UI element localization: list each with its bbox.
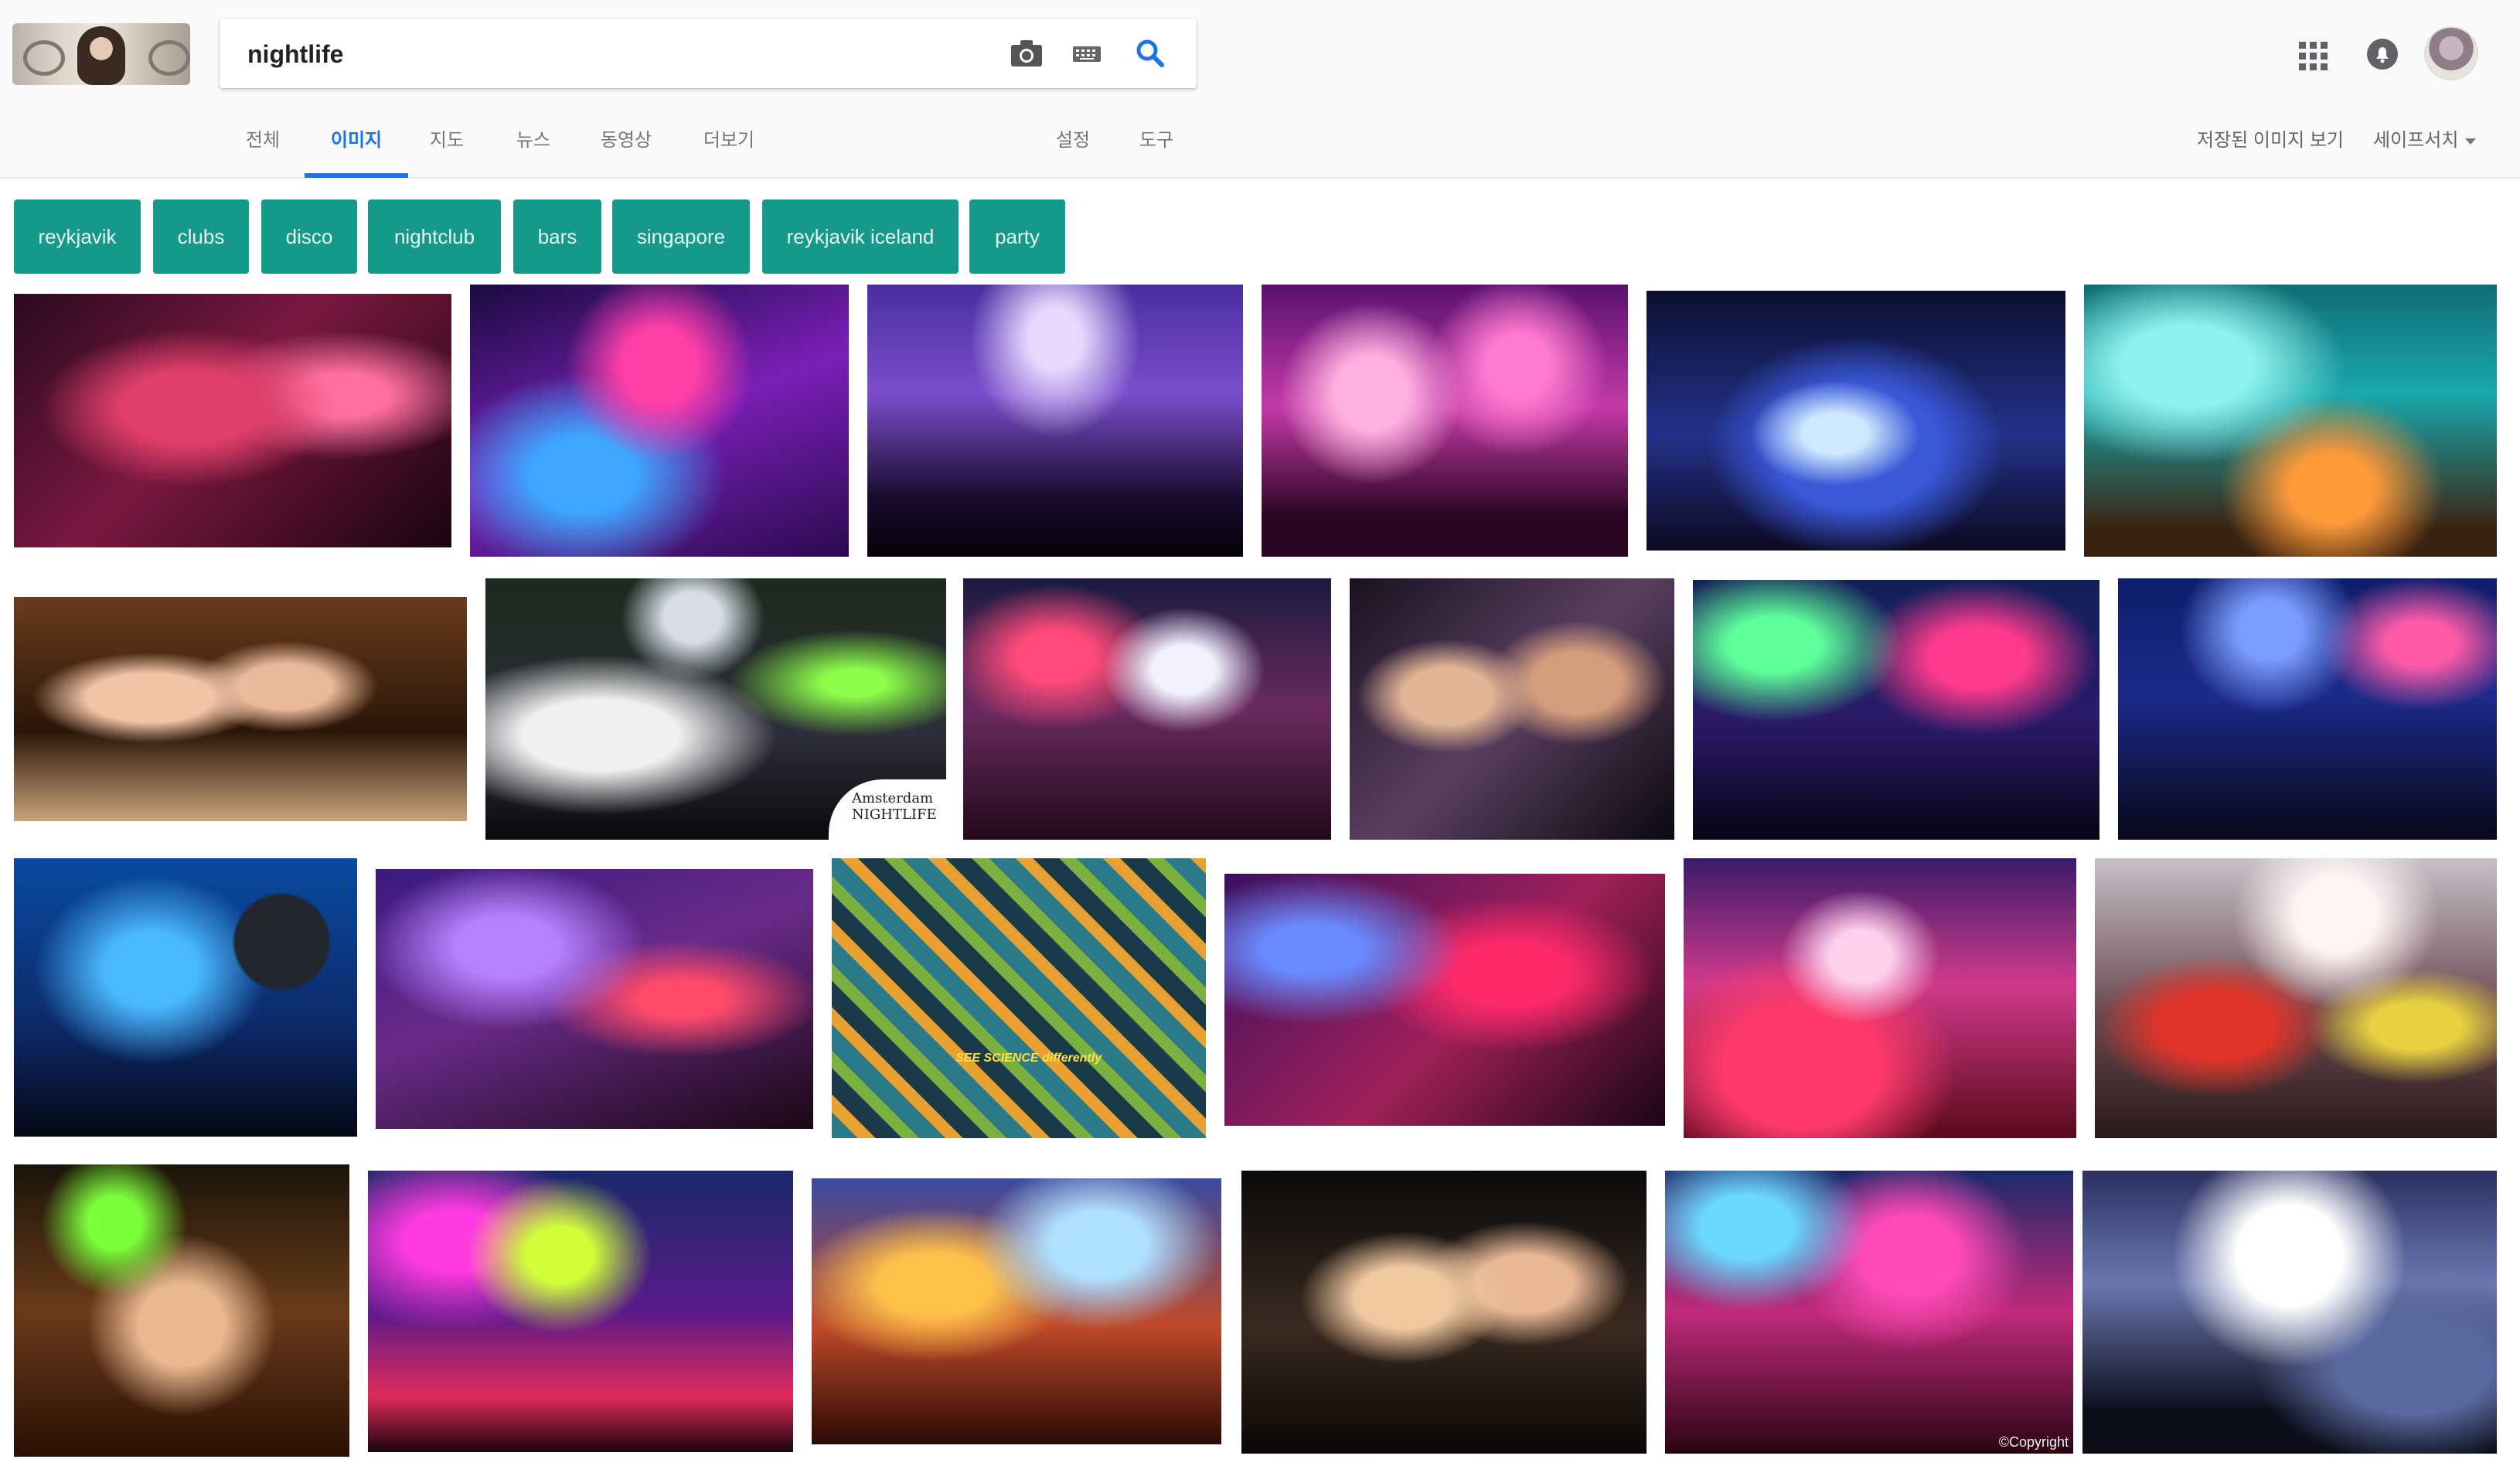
caret-down-icon bbox=[2465, 138, 2477, 145]
image-result[interactable] bbox=[2095, 858, 2497, 1138]
search-icon[interactable] bbox=[1132, 36, 1169, 71]
image-result[interactable] bbox=[1262, 285, 1628, 557]
tab-videos[interactable]: 동영상 bbox=[595, 124, 657, 178]
image-result[interactable] bbox=[1693, 580, 2099, 840]
account-avatar[interactable] bbox=[2426, 28, 2477, 79]
image-result[interactable] bbox=[2084, 285, 2497, 557]
image-result[interactable] bbox=[376, 869, 813, 1129]
image-result[interactable] bbox=[1241, 1171, 1647, 1454]
related-chip[interactable]: clubs bbox=[153, 199, 249, 274]
image-result[interactable] bbox=[812, 1178, 1221, 1444]
related-chip[interactable]: party bbox=[969, 199, 1065, 274]
image-result[interactable] bbox=[1647, 291, 2065, 551]
notifications-icon[interactable] bbox=[2365, 37, 2399, 71]
image-result[interactable]: SEE SCIENCE differently bbox=[832, 858, 1206, 1138]
image-result[interactable] bbox=[1350, 578, 1674, 840]
image-result[interactable] bbox=[1684, 858, 2076, 1138]
logo-ring-shape bbox=[23, 40, 65, 76]
google-doodle-logo[interactable] bbox=[12, 23, 190, 85]
amsterdam-nightlife-watermark: Amsterdam NIGHTLIFE bbox=[829, 779, 946, 840]
image-result[interactable] bbox=[1224, 874, 1665, 1126]
tab-tools[interactable]: 도구 bbox=[1135, 124, 1178, 178]
science-caption: SEE SCIENCE differently bbox=[955, 1052, 1102, 1065]
tab-maps[interactable]: 지도 bbox=[425, 124, 468, 178]
image-result[interactable] bbox=[14, 858, 357, 1137]
related-chip[interactable]: nightclub bbox=[368, 199, 501, 274]
image-result[interactable] bbox=[470, 285, 849, 557]
image-result[interactable] bbox=[14, 1164, 349, 1457]
image-result[interactable] bbox=[368, 1171, 793, 1452]
logo-portrait bbox=[77, 26, 125, 85]
related-chip[interactable]: disco bbox=[261, 199, 357, 274]
search-input[interactable] bbox=[246, 32, 945, 76]
related-chip[interactable]: reykjavik bbox=[14, 199, 141, 274]
image-result[interactable]: ©Copyright bbox=[1665, 1171, 2073, 1454]
related-chip[interactable]: reykjavik iceland bbox=[762, 199, 959, 274]
copyright-watermark: ©Copyright bbox=[1998, 1434, 2069, 1450]
tab-all[interactable]: 전체 bbox=[241, 124, 284, 178]
related-chip[interactable]: bars bbox=[513, 199, 601, 274]
tab-news[interactable]: 뉴스 bbox=[512, 124, 555, 178]
logo-ring-shape bbox=[148, 40, 190, 76]
image-result[interactable] bbox=[963, 578, 1331, 840]
camera-icon[interactable] bbox=[1008, 36, 1045, 71]
tab-images[interactable]: 이미지 bbox=[305, 124, 408, 178]
apps-grid-icon[interactable] bbox=[2297, 40, 2328, 71]
image-result[interactable] bbox=[14, 294, 451, 547]
top-bar: 전체 이미지 지도 뉴스 동영상 더보기 설정 도구 저장된 이미지 보기 세이… bbox=[0, 0, 2520, 179]
keyboard-icon[interactable] bbox=[1068, 36, 1105, 71]
image-result[interactable]: Amsterdam NIGHTLIFE bbox=[485, 578, 946, 840]
safesearch-menu[interactable]: 세이프서치 bbox=[2373, 125, 2477, 156]
related-chip[interactable]: singapore bbox=[612, 199, 750, 274]
search-box bbox=[220, 19, 1197, 88]
image-result[interactable] bbox=[2118, 578, 2497, 840]
image-result[interactable] bbox=[867, 285, 1243, 557]
tab-settings[interactable]: 설정 bbox=[1051, 124, 1095, 178]
saved-images-link[interactable]: 저장된 이미지 보기 bbox=[2197, 125, 2344, 156]
safesearch-label: 세이프서치 bbox=[2373, 130, 2459, 151]
image-result[interactable] bbox=[14, 597, 467, 821]
image-result[interactable] bbox=[2082, 1171, 2497, 1454]
tab-more[interactable]: 더보기 bbox=[697, 124, 761, 178]
